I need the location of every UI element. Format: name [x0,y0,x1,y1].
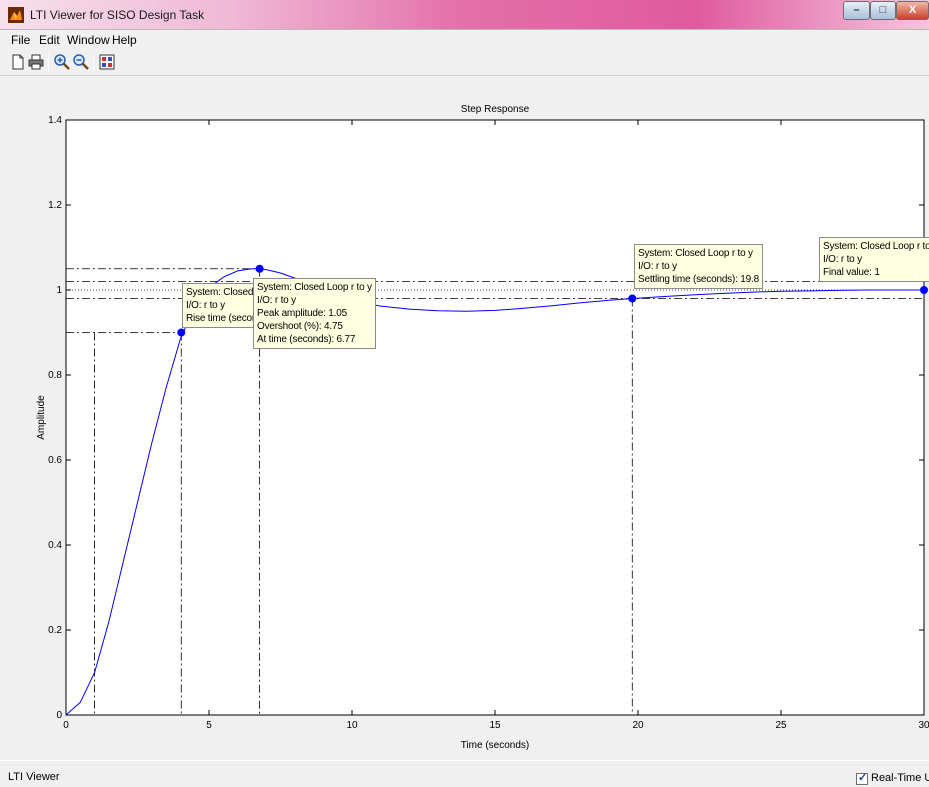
datatip-line: System: Closed Loop r to y [257,282,372,293]
checkmark-icon: ✓ [858,772,868,784]
window-title: LTI Viewer for SISO Design Task [30,8,205,22]
menu-file[interactable]: File [11,33,30,47]
y-tick-label: 0 [56,710,62,721]
toolbar-separator [93,54,94,71]
menu-window[interactable]: Window [67,33,110,47]
x-tick-label: 20 [632,720,644,731]
status-text: LTI Viewer [8,771,60,783]
y-tick-label: 0.8 [48,370,62,381]
real-time-update-checkbox[interactable]: ✓ [856,772,868,785]
datatip-line: System: Closed Loop r to y [638,248,753,259]
marker-settling [628,294,637,303]
datatip-final-value[interactable]: System: Closed Loop r to y I/O: r to y F… [819,237,929,282]
status-bar: LTI Viewer ✓ Real-Time Update [0,760,929,787]
menu-edit[interactable]: Edit [39,33,60,47]
zoom-out-icon[interactable] [72,53,90,71]
maximize-button[interactable]: □ [870,1,896,20]
chart-title: Step Response [461,104,530,115]
y-tick-label: 1.2 [48,200,62,211]
datatip-line: Final value: 1 [823,267,880,278]
new-file-icon[interactable] [9,53,27,71]
x-tick-label: 25 [775,720,787,731]
x-tick-label: 5 [206,720,212,731]
x-tick-label: 10 [346,720,358,731]
datatip-line: Settling time (seconds): 19.8 [638,274,759,285]
toolbar-separator [48,54,49,71]
plot-area[interactable]: Step Response Time (seconds) Amplitude 0 5 10… [0,77,929,760]
y-tick-label: 0.6 [48,455,62,466]
datatip-settling-time[interactable]: System: Closed Loop r to y I/O: r to y S… [634,244,763,289]
y-tick-label: 0.2 [48,625,62,636]
marker-final [920,286,928,294]
matlab-logo-icon [8,7,24,23]
print-icon[interactable] [27,53,45,71]
axes-box [65,119,925,716]
y-axis-label: Amplitude [36,395,47,440]
plot-configuration-icon[interactable] [98,53,116,71]
datatip-line: Overshoot (%): 4.75 [257,321,343,332]
minimize-button[interactable]: – [843,1,870,20]
datatip-peak-response[interactable]: System: Closed Loop r to y I/O: r to y P… [253,278,376,349]
x-tick-label: 0 [63,720,69,731]
datatip-line: At time (seconds): 6.77 [257,334,356,345]
datatip-line: System: Closed Loop r to y [823,241,929,252]
x-tick-label: 15 [489,720,501,731]
marker-peak [255,264,264,273]
y-tick-label: 0.4 [48,540,62,551]
title-bar: LTI Viewer for SISO Design Task – □ X [0,0,929,30]
zoom-in-icon[interactable] [53,53,71,71]
toolbar [0,50,929,76]
y-tick-label: 1.4 [48,115,62,126]
menu-help[interactable]: Help [112,33,137,47]
datatip-line: I/O: r to y [257,295,296,306]
datatip-line: I/O: r to y [823,254,862,265]
lti-viewer-window: LTI Viewer for SISO Design Task – □ X Fi… [0,0,929,787]
datatip-line: Peak amplitude: 1.05 [257,308,347,319]
marker-rise [177,328,186,337]
real-time-update-label: Real-Time Update [871,772,929,784]
x-tick-label: 30 [918,720,929,731]
datatip-line: I/O: r to y [638,261,677,272]
menu-bar: File Edit Window Help [0,30,929,50]
step-response-chart[interactable]: Step ResponseTime (seconds)Amplitude0 5 10… [0,77,929,760]
y-tick-label: 1 [56,285,62,296]
close-button[interactable]: X [896,1,929,20]
x-axis-label: Time (seconds) [461,740,530,751]
